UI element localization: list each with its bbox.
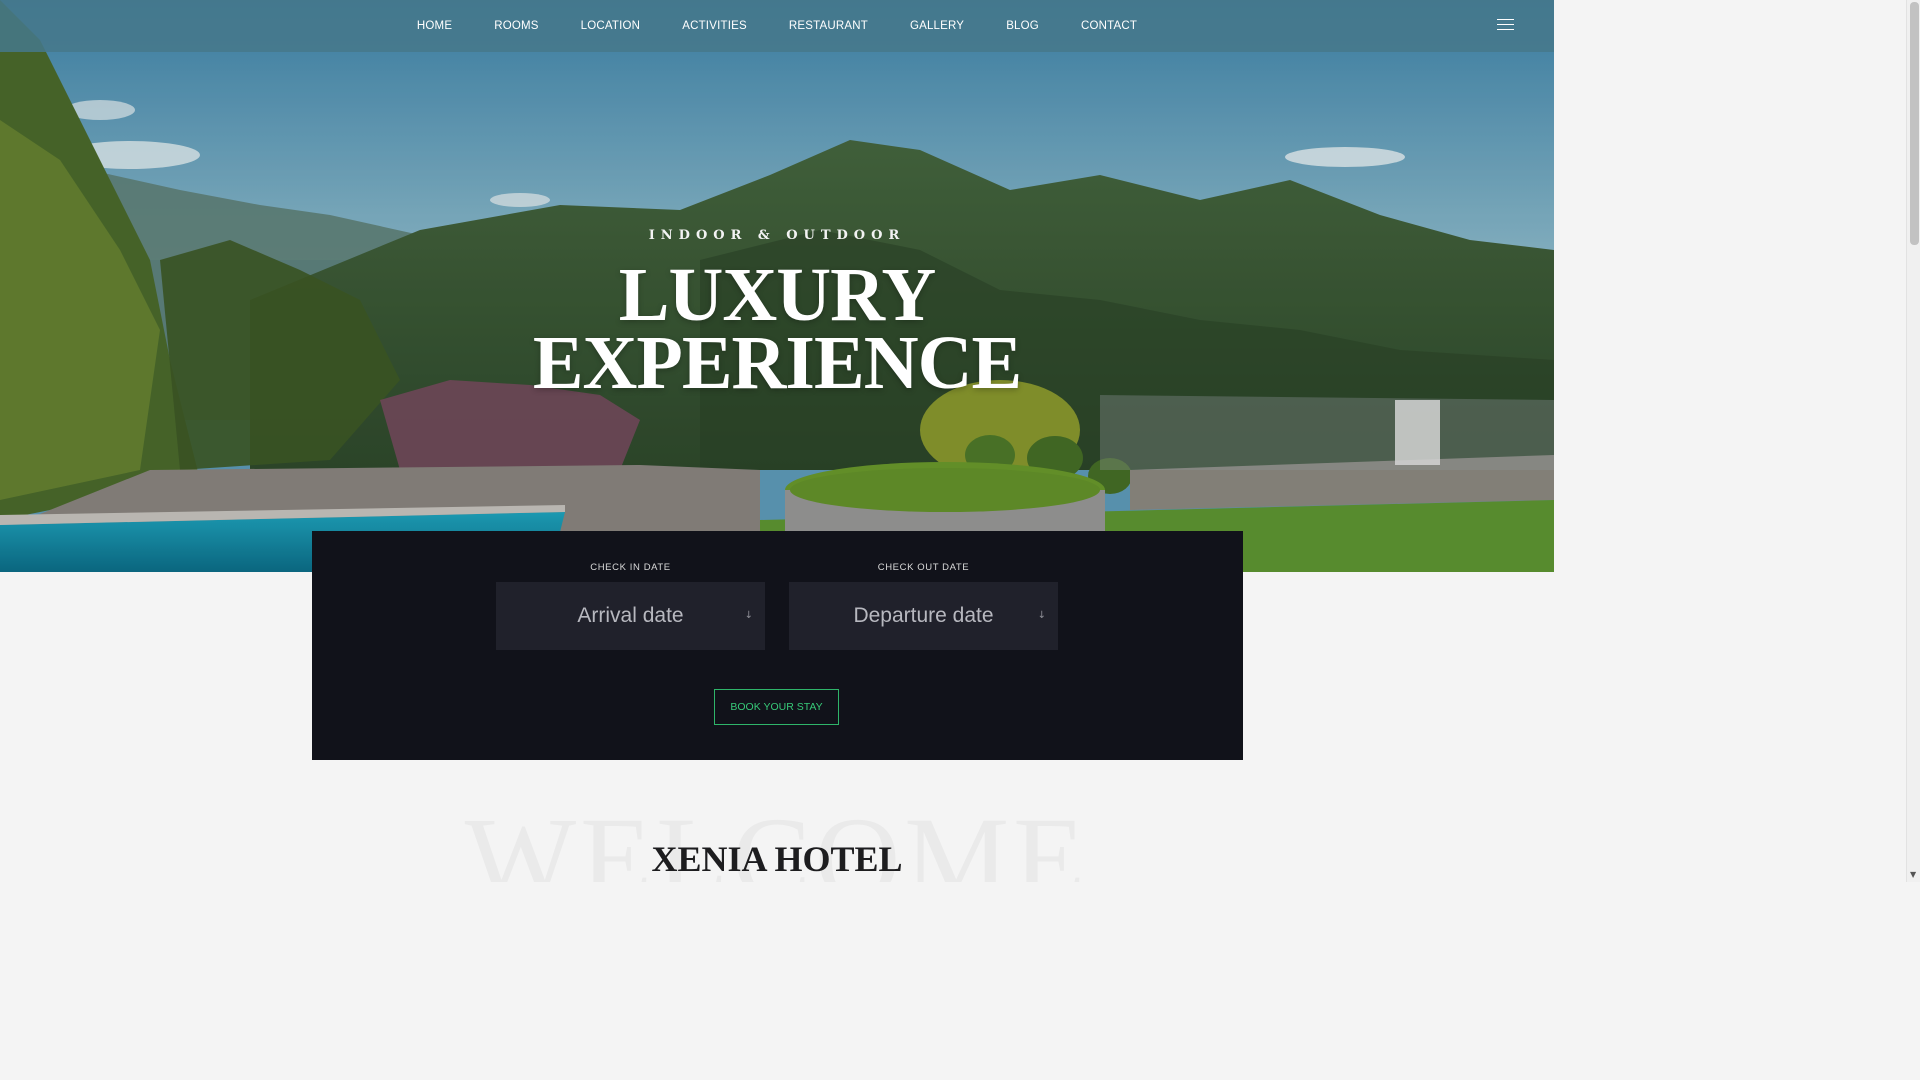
nav-link-gallery[interactable]: GALLERY [889, 20, 985, 32]
nav-link-blog[interactable]: BLOG [985, 20, 1060, 32]
hero-title: LUXURY EXPERIENCE [0, 253, 1554, 405]
booking-panel: CHECK IN DATE Arrival date ↓ CHECK OUT D… [312, 531, 1243, 760]
arrival-date-placeholder: Arrival date [577, 604, 684, 627]
nav-links: HOME ROOMS LOCATION ACTIVITIES RESTAURAN… [396, 20, 1158, 32]
page-scrollbar[interactable]: ▼ [1906, 0, 1920, 882]
arrival-date-select[interactable]: Arrival date ↓ [496, 582, 765, 650]
check-out-field: CHECK OUT DATE Departure date ↓ [789, 562, 1058, 650]
check-in-label: CHECK IN DATE [590, 562, 671, 573]
departure-date-select[interactable]: Departure date ↓ [789, 582, 1058, 650]
hero-text: INDOOR & OUTDOOR LUXURY EXPERIENCE [0, 228, 1554, 405]
nav-link-restaurant[interactable]: RESTAURANT [768, 20, 889, 32]
nav-link-activities[interactable]: ACTIVITIES [661, 20, 768, 32]
top-navigation: HOME ROOMS LOCATION ACTIVITIES RESTAURAN… [0, 0, 1554, 52]
nav-link-home[interactable]: HOME [396, 20, 473, 32]
page: INDOOR & OUTDOOR LUXURY EXPERIENCE HOME … [0, 0, 1554, 882]
nav-link-contact[interactable]: CONTACT [1060, 20, 1158, 32]
hero-kicker: INDOOR & OUTDOOR [648, 228, 906, 243]
chevron-down-icon: ↓ [744, 610, 753, 621]
hotel-title: XENIA HOTEL [651, 839, 903, 879]
nav-link-rooms[interactable]: ROOMS [473, 20, 559, 32]
scrollbar-thumb[interactable] [1910, 2, 1919, 245]
hamburger-menu-icon[interactable] [1497, 19, 1514, 32]
hero-section: INDOOR & OUTDOOR LUXURY EXPERIENCE [0, 0, 1554, 572]
chevron-down-icon: ↓ [1037, 610, 1046, 621]
book-your-stay-button[interactable]: BOOK YOUR STAY [714, 689, 839, 725]
scroll-down-arrow-icon[interactable]: ▼ [1910, 870, 1916, 879]
hero-title-line-2: EXPERIENCE [532, 321, 1022, 405]
hero-title-line-1: LUXURY [618, 253, 936, 337]
departure-date-placeholder: Departure date [853, 604, 994, 627]
nav-link-location[interactable]: LOCATION [560, 20, 662, 32]
check-in-field: CHECK IN DATE Arrival date ↓ [496, 562, 765, 650]
check-out-label: CHECK OUT DATE [877, 562, 970, 573]
